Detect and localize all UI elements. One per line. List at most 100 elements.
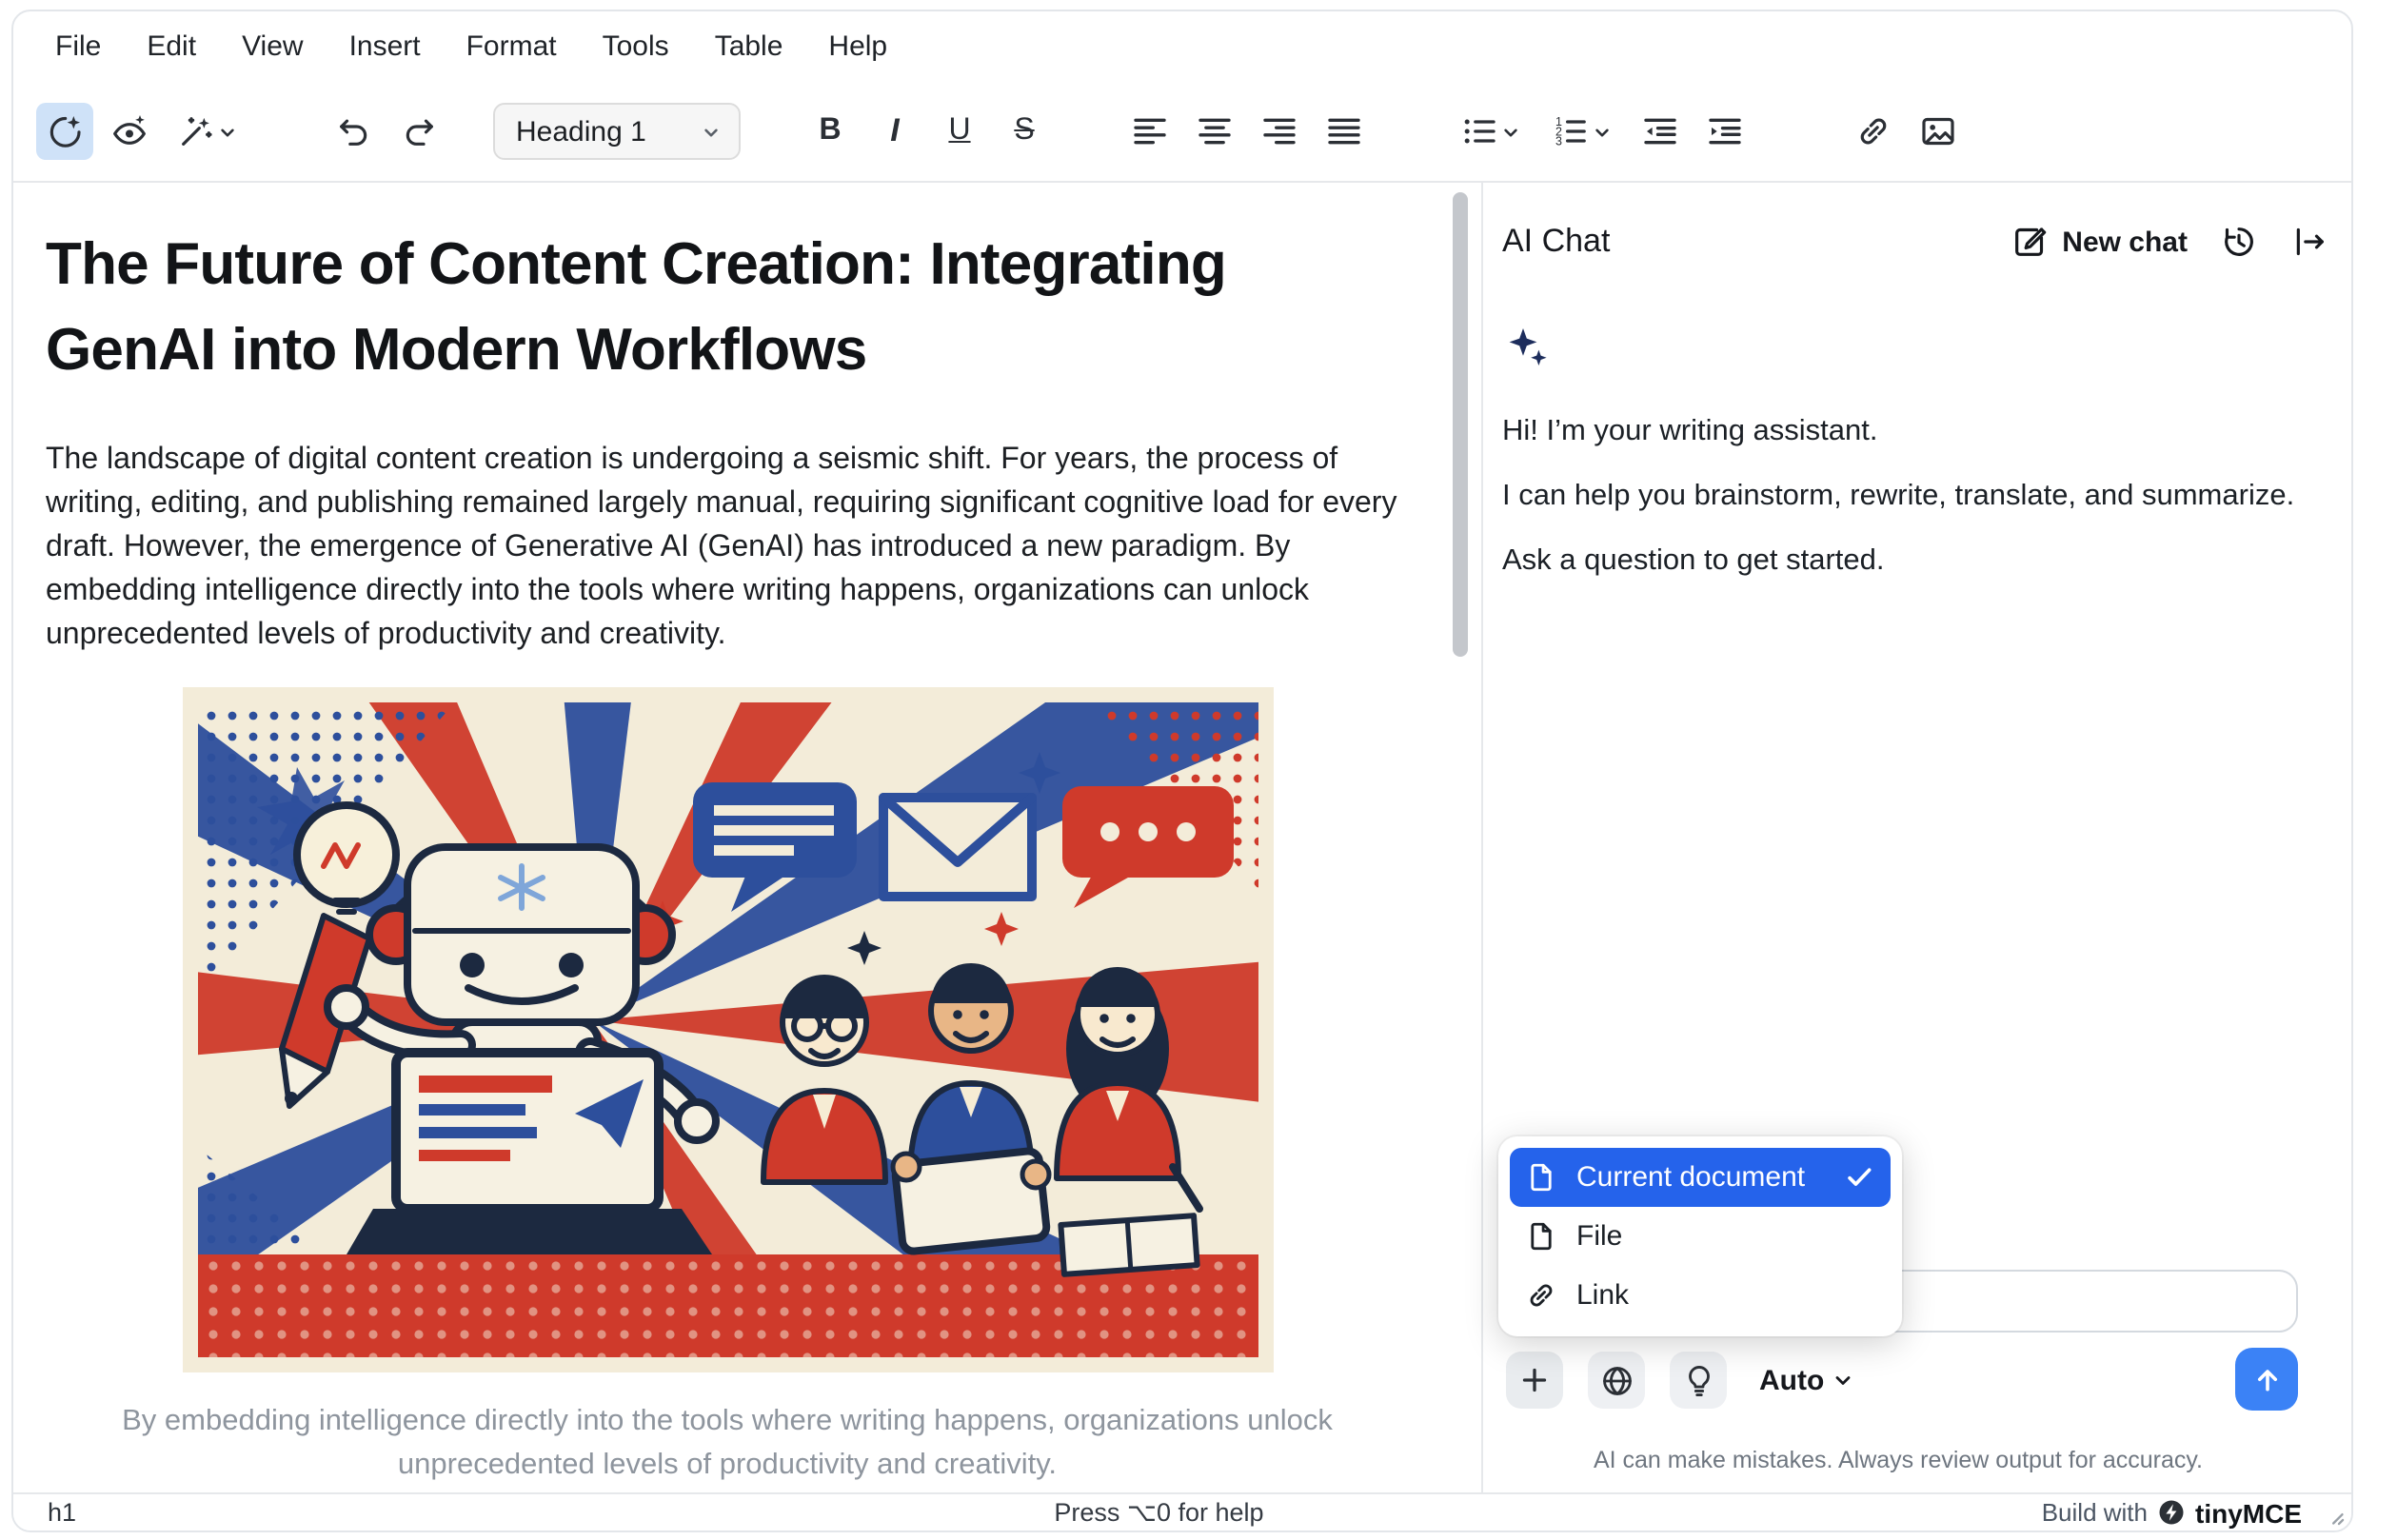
send-button[interactable] bbox=[2235, 1348, 2298, 1411]
insert-link-button[interactable] bbox=[1845, 103, 1902, 160]
link-icon bbox=[1525, 1279, 1557, 1312]
menu-bar: File Edit View Insert Format Tools Table… bbox=[13, 11, 2351, 82]
indent-button[interactable] bbox=[1696, 103, 1753, 160]
ai-review-button[interactable] bbox=[101, 103, 158, 160]
menu-item-link[interactable]: Link bbox=[1510, 1266, 1891, 1325]
underline-button[interactable]: U bbox=[931, 103, 988, 160]
indent-icon bbox=[1706, 112, 1744, 150]
ai-shortcuts-dropdown-button[interactable] bbox=[166, 103, 249, 160]
document-paragraph: The landscape of digital content creatio… bbox=[46, 438, 1409, 657]
bullet-list-icon bbox=[1459, 112, 1497, 150]
new-chat-icon bbox=[2011, 223, 2049, 261]
branding-link[interactable]: Build with tinyMCE bbox=[2042, 1497, 2302, 1528]
resize-handle-icon[interactable] bbox=[2319, 1500, 2346, 1527]
chevron-down-icon bbox=[1497, 119, 1522, 144]
align-justify-button[interactable] bbox=[1316, 103, 1373, 160]
bullet-list-dropdown-button[interactable] bbox=[1449, 103, 1533, 160]
strikethrough-icon: S bbox=[1014, 114, 1034, 148]
align-right-icon bbox=[1260, 112, 1298, 150]
align-justify-icon bbox=[1325, 112, 1363, 150]
attach-button[interactable] bbox=[1506, 1352, 1563, 1409]
lightbulb-icon bbox=[1680, 1362, 1716, 1398]
toolbar: Heading 1 B I U S bbox=[13, 82, 2351, 181]
plus-icon bbox=[1517, 1363, 1552, 1397]
hero-illustration bbox=[182, 687, 1273, 1372]
numbered-list-dropdown-button[interactable]: 1 2 3 bbox=[1540, 103, 1624, 160]
image-icon bbox=[1919, 112, 1957, 150]
history-clock-icon bbox=[2220, 223, 2258, 261]
model-selector-value: Auto bbox=[1759, 1364, 1824, 1396]
bold-button[interactable]: B bbox=[802, 103, 859, 160]
format-select[interactable]: Heading 1 bbox=[493, 103, 741, 160]
ai-sparkles-icon bbox=[1504, 324, 2336, 379]
insert-image-button[interactable] bbox=[1910, 103, 1967, 160]
menu-tools[interactable]: Tools bbox=[580, 23, 692, 70]
collapse-sidebar-button[interactable] bbox=[2290, 223, 2328, 261]
assistant-message: Hi! I’m your writing assistant. bbox=[1502, 411, 2302, 451]
menu-help[interactable]: Help bbox=[805, 23, 910, 70]
outdent-button[interactable] bbox=[1632, 103, 1689, 160]
chat-history-button[interactable] bbox=[2220, 223, 2258, 261]
status-bar: h1 Press ⌥0 for help Build with tinyMCE bbox=[13, 1492, 2351, 1530]
italic-icon: I bbox=[890, 112, 899, 150]
svg-text:3: 3 bbox=[1555, 135, 1561, 148]
tinymce-app-window: File Edit View Insert Format Tools Table… bbox=[11, 10, 2353, 1532]
editor-canvas[interactable]: The Future of Content Creation: Integrat… bbox=[13, 183, 1481, 1496]
arrow-up-icon bbox=[2249, 1362, 2284, 1396]
ai-sparkle-circle-icon bbox=[46, 112, 84, 150]
new-chat-button[interactable]: New chat bbox=[2011, 223, 2188, 261]
ai-assistant-button[interactable] bbox=[36, 103, 93, 160]
align-left-button[interactable] bbox=[1121, 103, 1179, 160]
chevron-down-icon bbox=[214, 119, 239, 144]
content-image[interactable] bbox=[182, 687, 1273, 1372]
menu-insert[interactable]: Insert bbox=[327, 23, 444, 70]
align-right-button[interactable] bbox=[1251, 103, 1308, 160]
file-icon bbox=[1525, 1220, 1557, 1253]
document-heading: The Future of Content Creation: Integrat… bbox=[46, 221, 1409, 392]
strikethrough-button[interactable]: S bbox=[996, 103, 1053, 160]
editor-scrollbar-thumb[interactable] bbox=[1453, 192, 1468, 657]
context-attach-menu: Current document File bbox=[1498, 1136, 1902, 1336]
menu-item-current-document[interactable]: Current document bbox=[1510, 1148, 1891, 1207]
image-caption: By embedding intelligence directly into … bbox=[61, 1399, 1394, 1487]
collapse-right-icon bbox=[2290, 223, 2328, 261]
web-search-button[interactable] bbox=[1588, 1352, 1645, 1409]
element-path[interactable]: h1 bbox=[48, 1498, 76, 1527]
model-selector[interactable]: Auto bbox=[1759, 1364, 1854, 1396]
bold-icon: B bbox=[819, 114, 841, 148]
format-select-value: Heading 1 bbox=[516, 115, 646, 148]
editor-header: File Edit View Insert Format Tools Table… bbox=[13, 11, 2351, 183]
eye-sparkle-icon bbox=[110, 112, 149, 150]
menu-view[interactable]: View bbox=[219, 23, 327, 70]
new-chat-label: New chat bbox=[2062, 226, 2188, 258]
chevron-down-icon bbox=[1589, 119, 1614, 144]
align-center-button[interactable] bbox=[1186, 103, 1243, 160]
menu-table[interactable]: Table bbox=[692, 23, 806, 70]
chat-input-toolbar: Auto bbox=[1506, 1352, 1854, 1409]
suggestions-button[interactable] bbox=[1670, 1352, 1727, 1409]
menu-edit[interactable]: Edit bbox=[124, 23, 219, 70]
link-icon bbox=[1854, 112, 1892, 150]
tinymce-logo bbox=[2157, 1498, 2186, 1527]
undo-button[interactable] bbox=[326, 103, 383, 160]
document-icon bbox=[1525, 1161, 1557, 1194]
ai-chat-title: AI Chat bbox=[1502, 223, 1610, 261]
redo-button[interactable] bbox=[390, 103, 447, 160]
menu-item-label: Link bbox=[1576, 1279, 1629, 1312]
underline-icon: U bbox=[948, 114, 970, 148]
undo-icon bbox=[335, 112, 373, 150]
menu-item-label: Current document bbox=[1576, 1161, 1805, 1194]
magic-wand-icon bbox=[176, 112, 214, 150]
menu-format[interactable]: Format bbox=[444, 23, 580, 70]
outdent-icon bbox=[1641, 112, 1679, 150]
ai-chat-header: AI Chat New chat bbox=[1483, 183, 2353, 301]
ai-disclaimer: AI can make mistakes. Always review outp… bbox=[1498, 1447, 2298, 1473]
menu-item-label: File bbox=[1576, 1220, 1622, 1253]
chat-message-area: Hi! I’m your writing assistant. I can he… bbox=[1483, 324, 2353, 581]
menu-file[interactable]: File bbox=[32, 23, 124, 70]
chevron-down-icon bbox=[1832, 1369, 1854, 1392]
globe-icon bbox=[1598, 1362, 1634, 1398]
numbered-list-icon: 1 2 3 bbox=[1551, 112, 1589, 150]
italic-button[interactable]: I bbox=[866, 103, 923, 160]
menu-item-file[interactable]: File bbox=[1510, 1207, 1891, 1266]
